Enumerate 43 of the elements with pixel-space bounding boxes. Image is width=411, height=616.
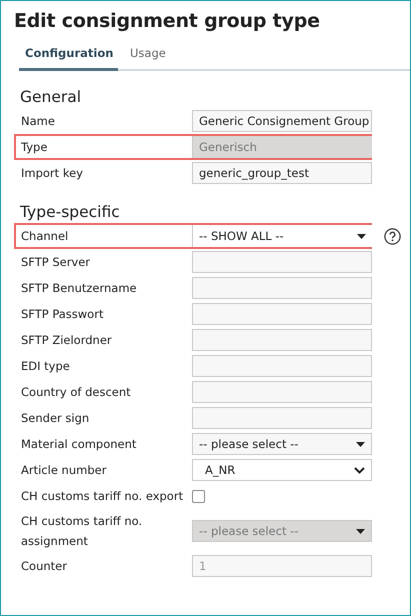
input-field[interactable] bbox=[192, 381, 372, 403]
input-field[interactable] bbox=[192, 303, 372, 325]
field-label: SFTP Passwort bbox=[21, 306, 104, 323]
input-field[interactable]: generic_group_test bbox=[192, 162, 372, 184]
select-value: -- please select -- bbox=[199, 436, 298, 453]
select-value: -- SHOW ALL -- bbox=[199, 228, 284, 245]
select-value: A_NR bbox=[205, 462, 236, 479]
dialog-title: Edit consignment group type bbox=[14, 10, 321, 32]
field-label: Type bbox=[21, 139, 48, 156]
input-field[interactable]: Generic Consignement Group bbox=[192, 110, 372, 132]
field-label: SFTP Benutzername bbox=[21, 280, 138, 297]
select-field[interactable]: A_NR bbox=[192, 459, 372, 481]
select-field[interactable]: -- SHOW ALL -- bbox=[192, 225, 372, 247]
input-field[interactable] bbox=[192, 277, 372, 299]
field-label: Material component bbox=[21, 436, 138, 453]
caret-icon bbox=[356, 442, 365, 446]
caret-icon bbox=[356, 528, 365, 534]
section-heading: General bbox=[20, 87, 82, 107]
field-label: Counter bbox=[21, 558, 68, 575]
caret-icon bbox=[357, 234, 366, 238]
select-field[interactable]: -- please select -- bbox=[192, 433, 372, 455]
field-label: Article number bbox=[21, 462, 108, 479]
select-value: -- please select -- bbox=[199, 523, 298, 540]
section-heading: Type-specific bbox=[20, 202, 121, 222]
input-field[interactable] bbox=[192, 329, 372, 351]
input-field[interactable] bbox=[192, 355, 372, 377]
field-label: CH customs tariff no. assignment bbox=[21, 513, 144, 550]
tab[interactable]: Usage bbox=[118, 42, 178, 71]
checkbox[interactable] bbox=[192, 490, 205, 502]
input-field[interactable] bbox=[192, 251, 372, 273]
field-label: Import key bbox=[21, 165, 84, 182]
field-label: Name bbox=[21, 113, 56, 130]
field-label: EDI type bbox=[21, 358, 71, 375]
field-label: SFTP Server bbox=[21, 254, 92, 271]
help-icon[interactable] bbox=[384, 228, 401, 244]
field-label: Sender sign bbox=[21, 410, 90, 427]
tab[interactable]: Configuration bbox=[19, 42, 118, 71]
input-field[interactable] bbox=[192, 407, 372, 429]
field-label: Country of descent bbox=[21, 384, 132, 401]
field-label: CH customs tariff no. export bbox=[21, 488, 184, 505]
chevron-down-icon bbox=[354, 466, 365, 474]
field-label: SFTP Zielordner bbox=[21, 332, 113, 349]
field-label: Channel bbox=[21, 228, 70, 245]
